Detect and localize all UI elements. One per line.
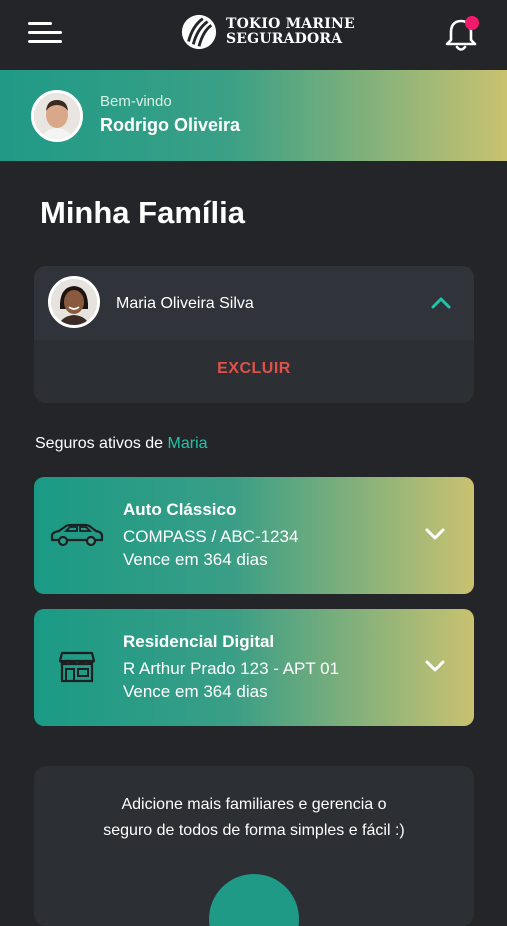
- user-avatar[interactable]: [31, 90, 83, 142]
- welcome-banner: Bem-vindo Rodrigo Oliveira: [0, 70, 507, 161]
- delete-member-button[interactable]: EXCLUIR: [34, 360, 474, 378]
- family-member-header[interactable]: Maria Oliveira Silva: [34, 266, 474, 340]
- add-family-promo-card: Adicione mais familiares e gerencia o se…: [34, 766, 474, 926]
- notification-dot: [465, 16, 479, 30]
- page-title: Minha Família: [40, 195, 245, 230]
- policy-expiry: Vence em 364 dias: [123, 682, 268, 701]
- policy-card-auto[interactable]: Auto Clássico COMPASS / ABC-1234 Vence e…: [34, 477, 474, 594]
- hamburger-menu-icon[interactable]: [28, 20, 66, 46]
- chevron-down-icon[interactable]: [424, 526, 446, 542]
- policy-detail: COMPASS / ABC-1234: [123, 527, 299, 546]
- car-icon: [50, 523, 104, 547]
- active-insurance-label: Seguros ativos de Maria: [35, 435, 208, 453]
- logo-line2: SEGURADORA: [226, 31, 343, 47]
- add-family-member-button[interactable]: [209, 874, 299, 926]
- member-avatar: [48, 276, 100, 328]
- logo-line1: TOKIO MARINE: [226, 16, 355, 32]
- company-logo: TOKIO MARINE SEGURADORA: [180, 12, 355, 52]
- promo-line1: Adicione mais familiares e gerencia o: [121, 796, 387, 813]
- chevron-up-icon[interactable]: [430, 292, 452, 314]
- active-insurance-member-name: Maria: [167, 435, 208, 452]
- house-icon: [58, 651, 96, 683]
- tokio-marine-logo-icon: [181, 14, 217, 50]
- policy-title: Auto Clássico: [123, 500, 237, 519]
- promo-line2: seguro de todos de forma simples e fácil…: [103, 822, 405, 839]
- active-insurance-prefix: Seguros ativos de: [35, 435, 168, 452]
- user-name: Rodrigo Oliveira: [100, 115, 241, 135]
- family-member-card: Maria Oliveira Silva EXCLUIR: [34, 266, 474, 403]
- policy-detail: R Arthur Prado 123 - APT 01: [123, 659, 340, 678]
- member-name: Maria Oliveira Silva: [116, 295, 254, 312]
- logo-text: TOKIO MARINE SEGURADORA: [226, 17, 355, 47]
- notifications-button[interactable]: [441, 14, 481, 54]
- chevron-down-icon[interactable]: [424, 658, 446, 674]
- policy-expiry: Vence em 364 dias: [123, 550, 268, 569]
- top-bar: TOKIO MARINE SEGURADORA: [0, 0, 507, 70]
- policy-card-residencial[interactable]: Residencial Digital R Arthur Prado 123 -…: [34, 609, 474, 726]
- policy-title: Residencial Digital: [123, 632, 275, 651]
- welcome-greeting: Bem-vindo: [100, 93, 172, 110]
- promo-text: Adicione mais familiares e gerencia o se…: [34, 792, 474, 844]
